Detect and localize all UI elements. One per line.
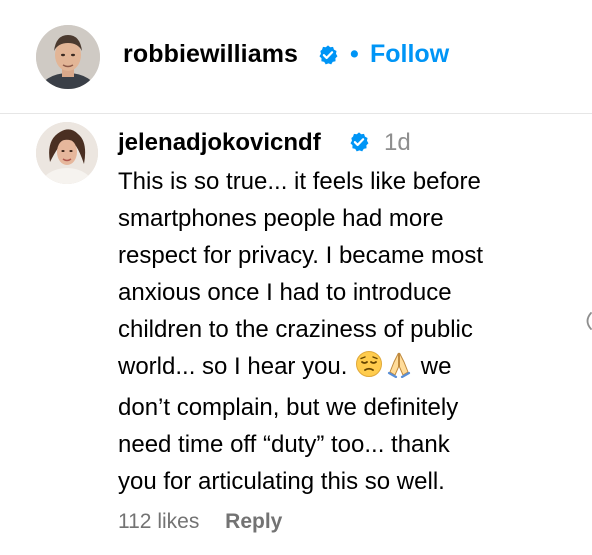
chevron-left-icon[interactable] [583,312,592,335]
folded-hands-emoji [385,350,413,389]
comment-text-line-with-emoji: world... so I hear you. we [118,348,563,389]
avatar[interactable] [36,25,100,89]
verified-badge-icon [348,131,370,158]
comment-text-line: don’t complain, but we definitely [118,394,459,421]
comment-text-line: respect for privacy. I became most [118,242,484,269]
post-author-username[interactable]: robbiewilliams [123,40,298,69]
comment-text-line: smartphones people had more [118,205,444,232]
verified-badge-icon [317,44,339,71]
comment-text-line: you for articulating this so well. [118,468,445,495]
separator-dot: • [350,40,359,68]
comment-text: This is so true... it feels like before … [118,163,563,500]
follow-button[interactable]: Follow [370,40,449,69]
comment-text-line: children to the craziness of public [118,316,473,343]
comment-text-line: This is so true... it feels like before [118,168,481,195]
comment-actions: 112 likes Reply [118,510,282,534]
post-header: robbiewilliams • Follow [0,0,592,113]
comment-text-line: anxious once I had to introduce [118,279,452,306]
profile-photo-robbie [36,25,100,89]
commenter-avatar[interactable] [36,122,98,184]
profile-photo-jelena [36,122,98,184]
comment-text-fragment: world... so I hear you. [118,353,348,380]
reply-button[interactable]: Reply [225,510,282,534]
likes-count[interactable]: 112 likes [118,510,199,534]
comment-author-username[interactable]: jelenadjokovicndf [118,129,321,157]
comment-text-fragment: we [414,353,452,380]
pensive-face-emoji [355,350,383,389]
header-divider [0,113,592,114]
comment-text-line: need time off “duty” too... thank [118,431,450,458]
comment-timestamp[interactable]: 1d [384,129,411,157]
